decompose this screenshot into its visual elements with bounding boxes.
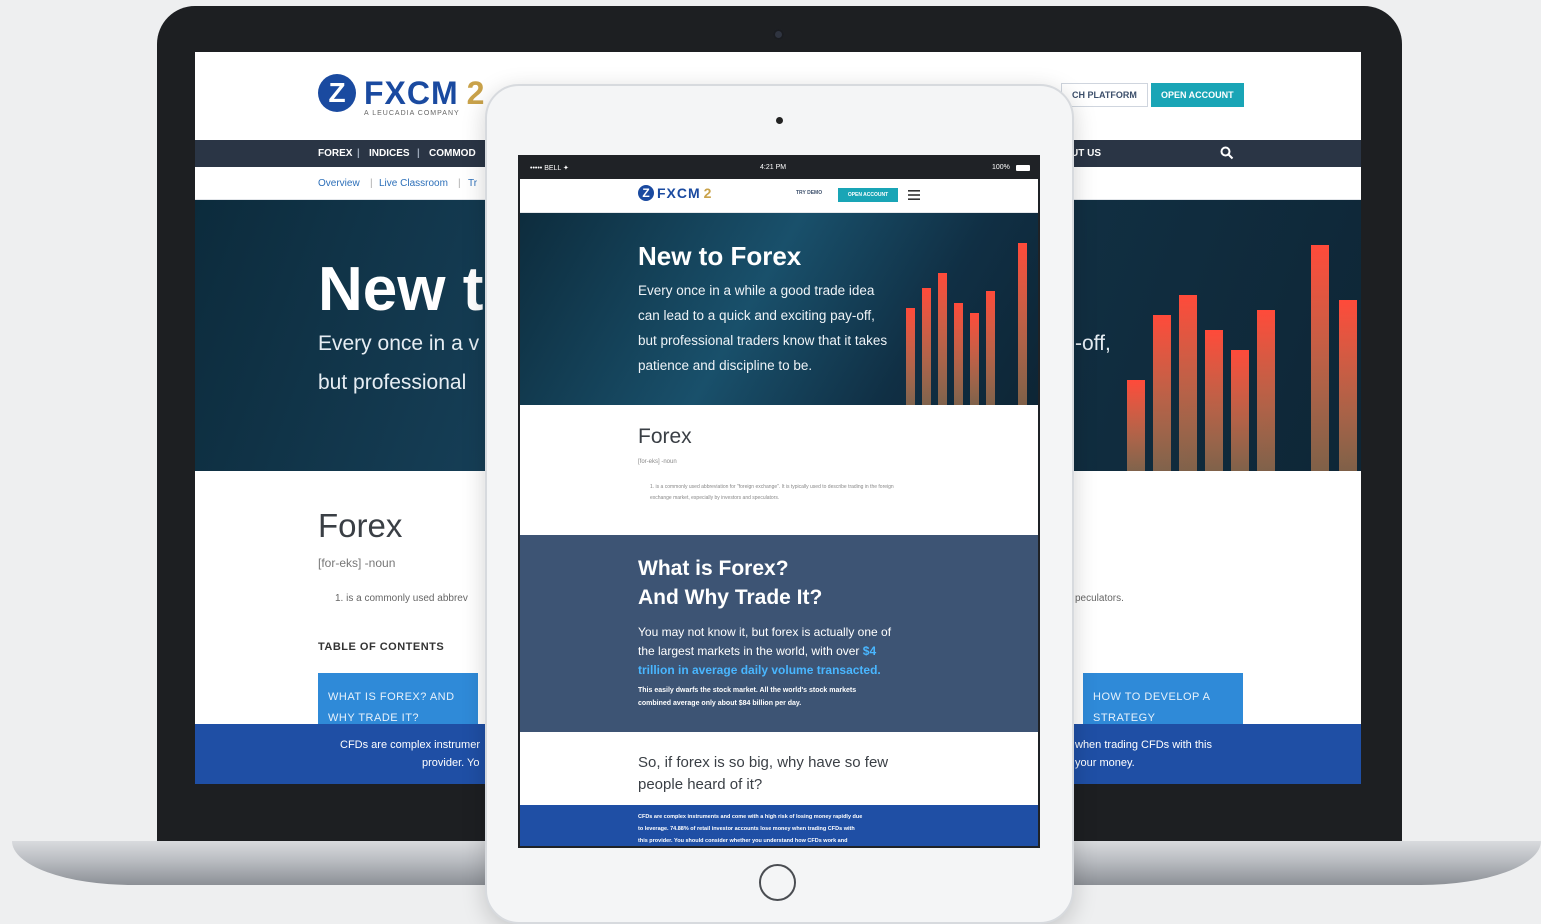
hero-text-line: but professional: [318, 371, 467, 394]
hero-candlestick-graphic: [1127, 245, 1357, 471]
tablet-hero: New to Forex Every once in a while a goo…: [520, 213, 1038, 405]
risk-warning-banner: CFDs are complex instruments and come wi…: [520, 805, 1038, 846]
hero-text-line: but professional traders know that it ta…: [638, 333, 888, 348]
volume-link[interactable]: trillion in average daily volume transac…: [638, 663, 881, 677]
toc-card-line: HOW TO DEVELOP A: [1093, 691, 1211, 703]
subnav-item-live-classroom[interactable]: Live Classroom: [379, 178, 448, 189]
hero-text-line: patience and discipline to be.: [638, 358, 813, 373]
fxcm-logo-mark-icon: Z: [638, 185, 654, 201]
nav-item-about-us[interactable]: UT US: [1071, 140, 1101, 167]
anniversary-badge: 2: [703, 185, 712, 201]
toc-label: TABLE OF CONTENTS: [318, 641, 445, 653]
risk-text-line: CFDs are complex instrumer: [340, 739, 480, 751]
nav-item-forex[interactable]: FOREX: [318, 140, 352, 167]
what-body-text: the largest markets in the world, with o…: [638, 644, 860, 658]
home-button-icon[interactable]: [759, 864, 796, 901]
hero-text-line: can lead to a quick and exciting pay-off…: [638, 308, 875, 323]
definition-text: 1. is a commonly used abbrev: [335, 593, 468, 604]
so-heading-line: So, if forex is so big, why have so few: [638, 754, 889, 771]
so-heading-line: people heard of it?: [638, 776, 763, 793]
open-account-button[interactable]: OPEN ACCOUNT: [838, 188, 898, 202]
status-time: 4:21 PM: [760, 164, 787, 171]
subnav-item-overview[interactable]: Overview: [318, 178, 360, 189]
definition-text: 1. is a commonly used abbreviation for "…: [650, 484, 894, 501]
section-title: Forex: [318, 507, 403, 544]
risk-text-line: when trading CFDs with this: [1075, 739, 1212, 751]
what-small-line: combined average only about $84 billion …: [638, 700, 802, 707]
toc-card-line: WHAT IS FOREX? AND: [328, 691, 455, 703]
laptop-camera-icon: [773, 29, 784, 40]
nav-divider: |: [357, 148, 360, 159]
section-title: Forex: [638, 425, 692, 448]
nav-item-indices[interactable]: INDICES: [369, 140, 410, 167]
hero-text-line: -off,: [1075, 332, 1111, 355]
pronunciation: [for-eks] -noun: [318, 556, 396, 570]
carrier-signal: ••••• BELL ✦: [530, 165, 569, 172]
definition-text-end: peculators.: [1075, 593, 1124, 604]
hero-text-line: Every once in a while a good trade idea: [638, 283, 875, 298]
logo-wordmark: FXCM: [657, 185, 701, 201]
risk-text-line: provider. Yo: [422, 757, 480, 769]
what-body-line: the largest markets in the world, with o…: [638, 644, 876, 658]
what-small-line: This easily dwarfs the stock market. All…: [638, 687, 857, 694]
battery-percent: 100%: [992, 164, 1010, 171]
risk-text-line: CFDs are complex instruments and come wi…: [638, 814, 863, 820]
open-account-button[interactable]: OPEN ACCOUNT: [1151, 83, 1244, 107]
risk-text-line: your money.: [1075, 757, 1135, 769]
anniversary-badge: 2: [466, 74, 485, 111]
risk-text-line: to leverage. 74.88% of retail investor a…: [638, 826, 855, 832]
search-icon[interactable]: [1220, 146, 1234, 160]
hero-title: New to Forex: [638, 241, 802, 271]
nav-item-commodities[interactable]: COMMOD: [429, 140, 476, 167]
nav-divider: |: [417, 148, 420, 159]
what-is-forex-section: What is Forex? And Why Trade It? You may…: [520, 535, 1038, 732]
platform-button[interactable]: CH PLATFORM: [1061, 83, 1148, 107]
logo-tagline: A LEUCADIA COMPANY: [364, 110, 460, 117]
hero-text-line: Every once in a v: [318, 332, 480, 355]
tablet-header: Z FXCM 2 TRY DEMO OPEN ACCOUNT: [520, 179, 1038, 213]
logo-wordmark: FXCM: [364, 74, 459, 111]
battery-icon: [1016, 165, 1030, 171]
pronunciation: [for-eks] -noun: [638, 459, 677, 465]
tablet-camera-icon: [776, 117, 783, 124]
what-title-line: And Why Trade It?: [638, 586, 823, 609]
hero-candlestick-graphic: [906, 243, 1027, 405]
hero-title: New t: [318, 255, 484, 324]
subnav-divider: |: [370, 178, 373, 189]
menu-icon[interactable]: [908, 189, 920, 201]
status-bar: ••••• BELL ✦ 4:21 PM 100%: [520, 157, 1038, 179]
subnav-item-trading[interactable]: Tr: [468, 178, 477, 189]
fxcm-logo-mark-icon: Z: [318, 74, 356, 112]
risk-text-line: this provider. You should consider wheth…: [638, 838, 848, 844]
volume-link[interactable]: $4: [863, 644, 876, 658]
subnav-divider: |: [458, 178, 461, 189]
what-title-line: What is Forex?: [638, 557, 789, 580]
fxcm-logo[interactable]: Z FXCM 2 A LEUCADIA COMPANY: [318, 74, 485, 117]
what-body-line: You may not know it, but forex is actual…: [638, 625, 892, 639]
tablet-website: ••••• BELL ✦ 4:21 PM 100% Z FXCM 2 TRY D…: [518, 155, 1040, 848]
fxcm-logo[interactable]: Z FXCM 2: [638, 185, 711, 201]
try-demo-link[interactable]: TRY DEMO: [796, 190, 822, 196]
